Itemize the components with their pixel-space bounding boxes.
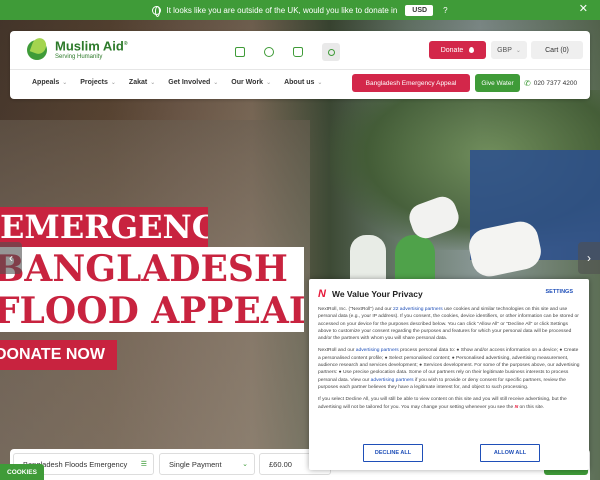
cart-button[interactable]: Cart (0) [531,41,583,59]
advertising-partners-link[interactable]: advertising partners [356,348,399,353]
settings-link[interactable]: SETTINGS [545,289,573,295]
donate-now-button[interactable]: DONATE NOW [0,340,117,370]
nav-item-about-us[interactable]: About us ⌄ [284,79,322,86]
frequency-value: Single Payment [169,459,222,469]
give-water-button[interactable]: Give Water [475,74,520,92]
drop-icon [469,47,475,53]
main-nav: Appeals ⌄ Projects ⌄ Zakat ⌄ Get Involved ⌄ … [32,79,335,86]
header-icons [235,43,340,61]
nav-item-zakat[interactable]: Zakat ⌄ [129,79,155,86]
hero-line-flood-appeal: FLOOD APPEAL [0,292,304,332]
bag-icon[interactable] [293,47,303,57]
chevron-down-icon: ⌄ [266,80,272,86]
privacy-paragraph-1: NextRoll, Inc. ("NextRoll") and our 22 a… [318,307,579,342]
dialog-actions: DECLINE ALL ALLOW ALL [309,444,589,462]
chevron-right-icon: › [587,251,591,265]
clock-icon[interactable] [264,47,274,57]
chevron-down-icon: ⌄ [62,80,68,86]
privacy-paragraph-3: If you select Decline All, you will stil… [318,397,567,410]
calendar-icon[interactable] [235,47,245,57]
chevron-down-icon: ⌄ [110,80,116,86]
search-icon [327,48,335,56]
allow-all-button[interactable]: ALLOW ALL [480,444,540,462]
brand-tagline: Serving Humanity [55,53,103,60]
nav-item-projects[interactable]: Projects ⌄ [80,79,116,86]
nav-item-appeals[interactable]: Appeals ⌄ [32,79,67,86]
carousel-prev-button[interactable]: ‹ [0,242,22,274]
frequency-select[interactable]: Single Payment ⌄ [159,453,255,475]
hero-line-bangladesh: BANGLADESH [0,247,304,292]
phone-icon: ✆ [524,79,531,88]
header-divider [10,69,590,70]
help-icon[interactable]: ? [443,6,447,15]
dialog-header: N We Value Your Privacy [318,287,580,301]
nav-item-our-work[interactable]: Our Work ⌄ [231,79,271,86]
location-message: It looks like you are outside of the UK,… [166,5,398,15]
nav-item-get-involved[interactable]: Get Involved ⌄ [168,79,218,86]
chevron-down-icon: ⌄ [242,461,248,468]
site-header: Muslim Aid® Serving Humanity Donate GBP … [10,31,590,99]
list-icon: ☰ [140,461,147,468]
cookies-tab[interactable]: COOKIES [0,464,44,480]
chevron-down-icon: ⌄ [213,80,219,86]
currency-switch-button[interactable]: USD [405,4,434,16]
chevron-down-icon: ⌄ [150,80,156,86]
currency-select[interactable]: GBP ⌄ [491,41,527,59]
chevron-down-icon: ⌄ [317,80,323,86]
search-button[interactable] [322,43,340,61]
hero-line-emergency: EMERGENCY [0,207,208,247]
dialog-title: We Value Your Privacy [331,289,423,299]
advertising-partners-link[interactable]: advertising partners [371,378,414,383]
cart-label: Cart [545,46,559,54]
privacy-consent-dialog: N We Value Your Privacy SETTINGS NextRol… [309,279,589,470]
partners-link[interactable]: 22 advertising partners [393,307,443,312]
chevron-left-icon: ‹ [9,251,13,265]
chevron-down-icon: ⌄ [515,47,521,54]
privacy-paragraph-2: NextRoll and our advertising partners pr… [318,348,580,390]
brand-name: Muslim Aid® [55,38,128,54]
currency-value: GBP [497,46,512,54]
phone-link[interactable]: ✆ 020 7377 4200 [524,79,577,88]
amount-value: £60.00 [269,459,292,469]
bangladesh-appeal-button[interactable]: Bangladesh Emergency Appeal [352,74,470,92]
logo-mark-icon [27,38,51,60]
decline-all-button[interactable]: DECLINE ALL [363,444,423,462]
close-banner-icon[interactable]: ✕ [579,4,588,15]
donate-button[interactable]: Donate [429,41,486,59]
globe-icon [152,5,162,17]
phone-number: 020 7377 4200 [533,80,578,87]
cart-count: (0) [560,46,569,54]
carousel-next-button[interactable]: › [578,242,600,274]
logo[interactable]: Muslim Aid® Serving Humanity [27,38,128,60]
nextroll-logo-icon: N [318,288,326,300]
location-banner: It looks like you are outside of the UK,… [0,0,600,20]
donate-label: Donate [440,46,464,54]
